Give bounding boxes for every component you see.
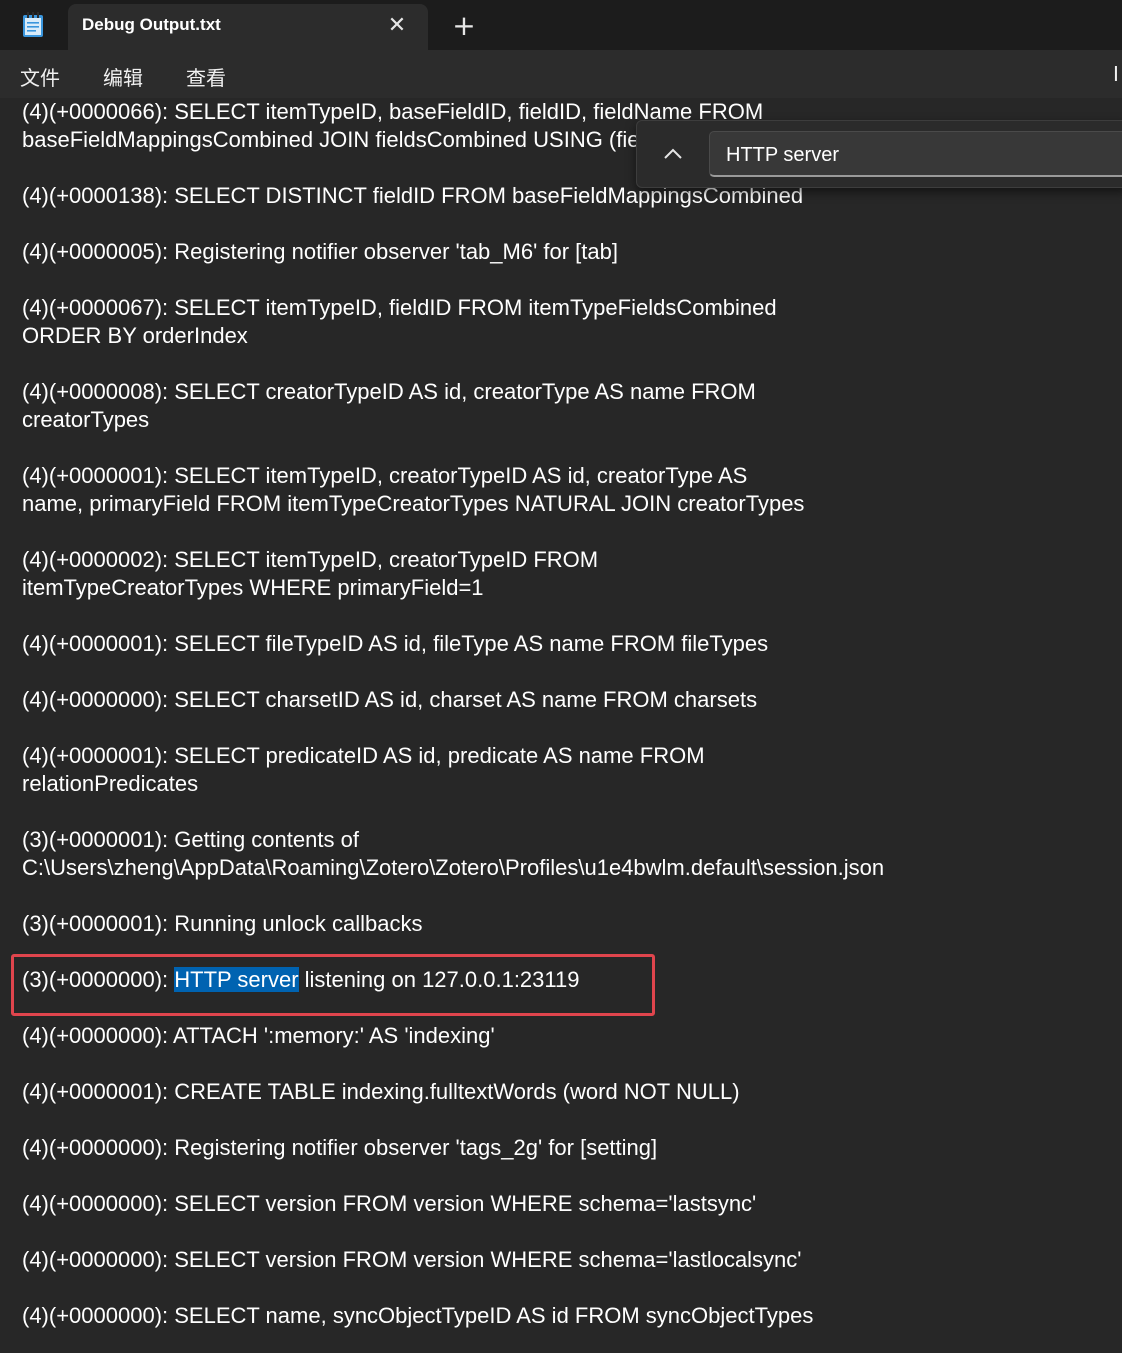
log-line: (4)(+0000005): Registering notifier obse… [22,239,618,264]
log-line: (4)(+0000001): SELECT fileTypeID AS id, … [22,631,769,656]
menu-view[interactable]: 查看 [186,62,226,91]
log-line: (4)(+0000067): SELECT itemTypeID, fieldI… [22,295,777,320]
log-line: (4)(+0000008): SELECT creatorTypeID AS i… [22,379,756,404]
log-line: (4)(+0000001): SELECT itemTypeID, creato… [22,463,748,488]
notepad-icon [22,12,44,38]
log-line: (4)(+0000000): Registering notifier obse… [22,1135,658,1160]
log-line: itemTypeCreatorTypes WHERE primaryField=… [22,575,484,600]
log-line: (4)(+0000000): SELECT version FROM versi… [22,1191,757,1216]
log-line: baseFieldMappingsCombined JOIN fieldsCom… [22,127,686,152]
log-line: (4)(+0000000): ATTACH ':memory:' AS 'ind… [22,1023,495,1048]
menu-overflow-partial[interactable]: I [1113,62,1119,86]
new-tab-button[interactable]: + [448,10,480,42]
tab-debug-output[interactable]: Debug Output.txt ✕ [68,4,428,50]
menu-edit[interactable]: 编辑 [103,62,143,91]
annotation-box [11,954,655,1016]
find-query-text: HTTP server [726,144,839,166]
text-editor[interactable]: (4)(+0000066): SELECT itemTypeID, baseFi… [0,98,1122,1353]
log-line: (4)(+0000000): SELECT charsetID AS id, c… [22,687,758,712]
log-line: (3)(+0000001): Running unlock callbacks [22,911,423,936]
log-line: creatorTypes [22,407,150,432]
log-line: (4)(+0000001): CREATE TABLE indexing.ful… [22,1079,740,1104]
chevron-up-icon[interactable] [655,139,691,169]
log-line: (4)(+0000000): SELECT name, syncObjectTy… [22,1303,814,1328]
log-line: name, primaryField FROM itemTypeCreatorT… [22,491,805,516]
log-line: (3)(+0000001): Getting contents of [22,827,359,852]
tab-title: Debug Output.txt [82,15,221,34]
log-line: (4)(+0000001): SELECT predicateID AS id,… [22,743,705,768]
find-panel: HTTP server [636,120,1122,188]
find-input[interactable]: HTTP server [709,131,1122,177]
log-line: ORDER BY orderIndex [22,323,248,348]
menu-bar: 文件 编辑 查看 I [0,50,1122,98]
log-line: (4)(+0000002): SELECT itemTypeID, creato… [22,547,599,572]
menu-file[interactable]: 文件 [20,62,60,91]
close-icon[interactable]: ✕ [384,14,410,38]
log-line: (4)(+0000000): SELECT version FROM versi… [22,1247,802,1272]
log-line: relationPredicates [22,771,199,796]
log-line: C:\Users\zheng\AppData\Roaming\Zotero\Zo… [22,855,885,880]
notepad-window: Debug Output.txt ✕ + 文件 编辑 查看 I (4)(+000… [0,0,1122,1353]
title-bar: Debug Output.txt ✕ + [0,0,1122,50]
